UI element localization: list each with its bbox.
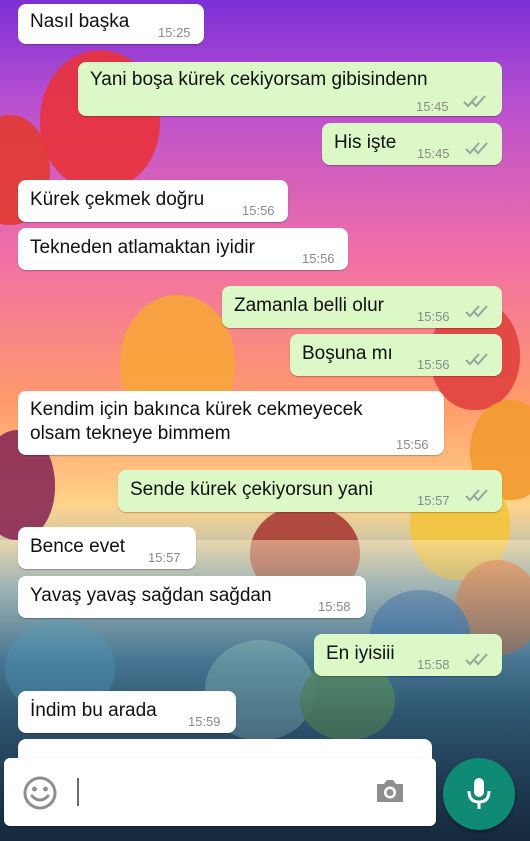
double-check-icon — [465, 142, 488, 155]
message-outgoing[interactable]: Sende kürek çekiyorsun yani 15:57 — [118, 470, 502, 512]
message-text: Sende kürek çekiyorsun yani — [130, 479, 373, 500]
message-time: 15:45 — [416, 99, 449, 114]
camera-icon[interactable] — [374, 777, 406, 805]
message-incoming[interactable]: Tekneden atlamaktan iyidir 15:56 — [18, 228, 348, 270]
message-time: 15:58 — [417, 657, 450, 672]
double-check-icon — [463, 95, 486, 108]
message-text: Kendim için bakınca kürek cekmeyecek ols… — [30, 399, 363, 444]
message-time: 15:56 — [417, 357, 450, 372]
microphone-icon — [467, 778, 491, 809]
message-incoming[interactable]: Yavaş yavaş sağdan sağdan 15:58 — [18, 576, 366, 618]
message-incoming[interactable]: Kendim için bakınca kürek cekmeyecek ols… — [18, 391, 444, 455]
message-text: Yavaş yavaş sağdan sağdan — [30, 585, 272, 606]
message-text: Boşuna mı — [302, 343, 393, 364]
message-text: Zamanla belli olur — [234, 295, 384, 316]
message-text: İndim bu arada — [30, 700, 157, 721]
message-incoming[interactable]: Kürek çekmek doğru 15:56 — [18, 180, 288, 222]
message-incoming-partial[interactable] — [18, 739, 432, 759]
message-text: Yani boşa kürek cekiyorsam gibisindenn — [90, 69, 428, 90]
message-time: 15:56 — [417, 309, 450, 324]
message-incoming[interactable]: İndim bu arada 15:59 — [18, 691, 236, 733]
message-text: Bence evet — [30, 536, 126, 557]
message-text: Nasıl başka — [30, 11, 130, 32]
message-incoming[interactable]: Bence evet 15:57 — [18, 527, 196, 569]
message-text: Tekneden atlamaktan iyidir — [30, 237, 255, 258]
message-time: 15:56 — [302, 251, 335, 266]
message-outgoing[interactable]: His işte 15:45 — [322, 123, 502, 165]
message-text: En iyisiii — [326, 643, 395, 664]
message-outgoing[interactable]: Boşuna mı 15:56 — [290, 334, 502, 376]
message-outgoing[interactable]: Yani boşa kürek cekiyorsam gibisindenn 1… — [78, 62, 502, 116]
double-check-icon — [465, 489, 488, 502]
message-time: 15:59 — [188, 714, 221, 729]
message-time: 15:25 — [158, 25, 191, 40]
voice-message-button[interactable] — [443, 758, 515, 830]
double-check-icon — [465, 353, 488, 366]
message-composer — [4, 758, 436, 826]
double-check-icon — [465, 653, 488, 666]
double-check-icon — [465, 305, 488, 318]
smiley-icon[interactable] — [22, 775, 58, 811]
message-time: 15:57 — [417, 493, 450, 508]
message-incoming[interactable]: Nasıl başka 15:25 — [18, 4, 204, 44]
message-text: Kürek çekmek doğru — [30, 189, 205, 210]
message-input[interactable] — [74, 772, 358, 814]
message-outgoing[interactable]: Zamanla belli olur 15:56 — [222, 286, 502, 328]
message-time: 15:45 — [417, 146, 450, 161]
message-time: 15:56 — [396, 437, 429, 452]
message-time: 15:57 — [148, 550, 181, 565]
message-text: His işte — [334, 132, 397, 153]
message-time: 15:58 — [318, 599, 351, 614]
message-outgoing[interactable]: En iyisiii 15:58 — [314, 634, 502, 676]
text-cursor — [77, 778, 79, 806]
message-time: 15:56 — [242, 203, 275, 218]
